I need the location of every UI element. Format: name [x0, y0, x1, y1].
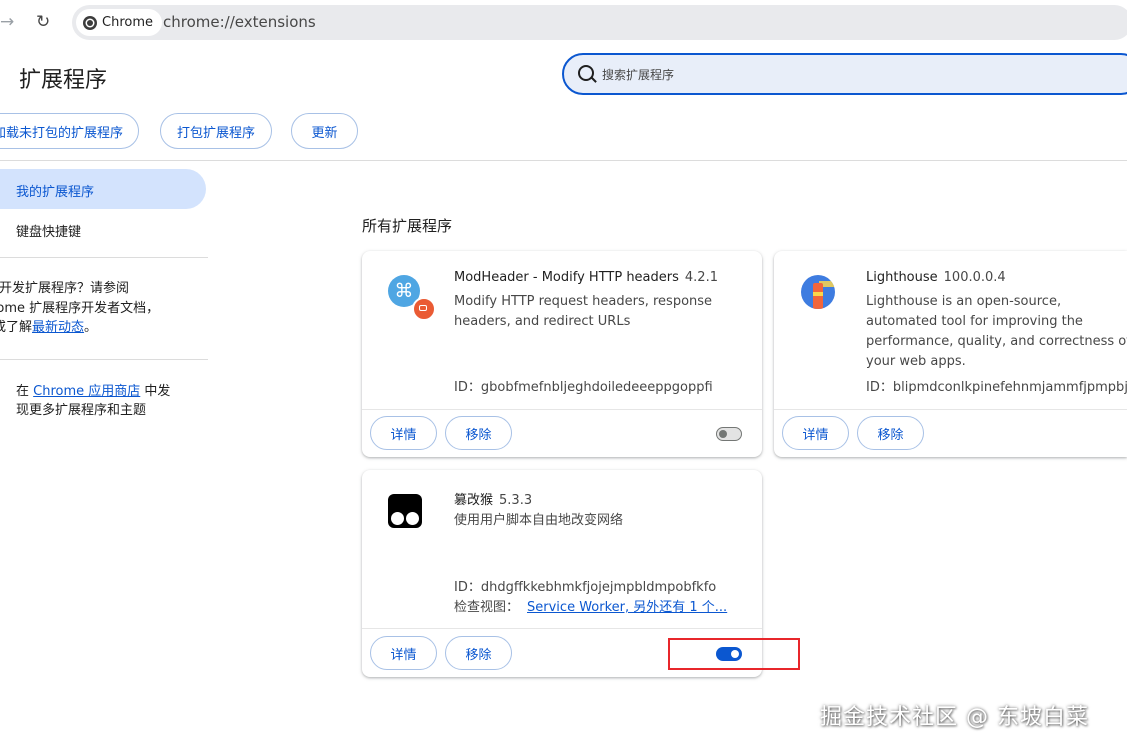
inspect-prefix: 检查视图：: [454, 600, 520, 615]
extension-id: ID：gbobfmefnbljeghdoiledeeeppgoppfi: [454, 376, 713, 395]
web-store-line1: 在 Chrome 应用商店 中发: [16, 380, 170, 399]
update-button[interactable]: 更新: [291, 113, 358, 149]
dev-docs-suffix: 。: [84, 320, 98, 335]
section-title: 所有扩展程序: [362, 217, 453, 235]
annotation-highlight-box: [668, 638, 800, 670]
id-prefix: ID：: [454, 580, 481, 595]
inspect-views: 检查视图： Service Worker, 另外还有 1 个...: [454, 596, 727, 615]
extension-title: ModHeader - Modify HTTP headers 4.2.1: [454, 270, 718, 285]
search-icon: [578, 65, 594, 81]
extension-id: ID：blipmdconlkpinefehnmjammfjpmpbjk: [866, 376, 1127, 395]
search-box[interactable]: [562, 53, 1127, 95]
extension-description: Modify HTTP request headers, response he…: [454, 294, 713, 329]
sidebar-item-keyboard-shortcuts[interactable]: 键盘快捷键: [16, 221, 81, 240]
service-worker-link[interactable]: Service Worker, 另外还有 1 个...: [527, 600, 727, 615]
id-prefix: ID：: [866, 380, 893, 395]
extension-description: 使用用户脚本自由地改变网络: [454, 513, 624, 528]
extension-version: 5.3.3: [499, 493, 533, 508]
details-button[interactable]: 详情: [782, 416, 849, 450]
extension-id: ID：dhdgffkkebhmkfjojejmpbldmpobfkfo: [454, 576, 716, 595]
toolbar-divider: [0, 160, 1127, 161]
remove-button[interactable]: 移除: [445, 416, 512, 450]
tampermonkey-icon: [388, 494, 422, 528]
enable-toggle[interactable]: [716, 427, 742, 441]
extension-title: 篡改猴 5.3.3: [454, 489, 532, 508]
url-text[interactable]: chrome://extensions: [163, 13, 316, 31]
arrow-right-icon[interactable]: →: [0, 12, 14, 32]
reload-icon[interactable]: ↻: [36, 12, 50, 32]
id-value: gbobfmefnbljeghdoiledeeeppgoppfi: [480, 380, 713, 395]
details-button[interactable]: 详情: [370, 416, 437, 450]
lighthouse-tower-shape: [813, 283, 823, 309]
extension-version: 100.0.0.4: [943, 270, 1006, 285]
load-unpacked-button[interactable]: 加载未打包的扩展程序: [0, 113, 139, 149]
dev-docs-line3: 或了解最新动态。: [0, 316, 97, 335]
modheader-badge-icon: [412, 297, 436, 321]
card-divider: [362, 409, 762, 410]
lighthouse-icon: [801, 275, 835, 309]
extension-name: ModHeader - Modify HTTP headers: [454, 270, 679, 285]
page-title: 扩展程序: [19, 68, 108, 93]
chrome-logo-icon: [83, 15, 97, 30]
tampermonkey-eye-left: [391, 512, 404, 525]
extension-card-lighthouse: Lighthouse 100.0.0.4 Lighthouse is an ope…: [774, 251, 1127, 457]
dev-docs-prefix: 或了解: [0, 320, 33, 335]
extension-title: Lighthouse 100.0.0.4: [866, 270, 1006, 285]
id-prefix: ID：: [454, 380, 481, 395]
store-prefix: 在: [16, 384, 30, 399]
sidebar-divider: [0, 359, 208, 360]
remove-button[interactable]: 移除: [857, 416, 924, 450]
site-info-chip[interactable]: Chrome: [76, 9, 162, 36]
id-value: blipmdconlkpinefehnmjammfjpmpbjk: [892, 380, 1127, 395]
extension-description: Lighthouse is an open-source, automated …: [866, 294, 1127, 369]
whats-new-link[interactable]: 最新动态: [32, 320, 84, 335]
dev-docs-line2: Chrome 扩展程序开发者文档，: [0, 301, 160, 316]
watermark-text: 掘金技术社区 @ 东坡白菜: [820, 705, 1089, 730]
lighthouse-stripe-shape: [813, 292, 823, 296]
details-button[interactable]: 详情: [370, 636, 437, 670]
extension-name: Lighthouse: [866, 270, 938, 285]
card-divider: [774, 409, 1127, 410]
site-chip-label: Chrome: [102, 15, 153, 30]
card-divider: [362, 628, 762, 629]
pack-extension-button[interactable]: 打包扩展程序: [160, 113, 272, 149]
sidebar-item-label[interactable]: 我的扩展程序: [16, 181, 94, 200]
tampermonkey-eye-right: [406, 512, 419, 525]
sidebar-divider: [0, 257, 208, 258]
browser-toolbar: → ↻ Chrome chrome://extensions: [0, 0, 1127, 46]
extension-name: 篡改猴: [454, 493, 494, 508]
id-value: dhdgffkkebhmkfjojejmpbldmpobfkfo: [480, 580, 717, 595]
remove-button[interactable]: 移除: [445, 636, 512, 670]
chrome-web-store-link[interactable]: Chrome 应用商店: [33, 384, 140, 399]
search-input[interactable]: [600, 64, 1104, 86]
extension-card-modheader: ⌘ ModHeader - Modify HTTP headers 4.2.1 M…: [362, 251, 762, 457]
web-store-line2: 现更多扩展程序和主题: [16, 403, 147, 418]
extension-version: 4.2.1: [684, 270, 718, 285]
store-suffix: 中发: [144, 384, 171, 399]
dev-docs-line1: 在开发扩展程序？请参阅: [0, 281, 130, 296]
